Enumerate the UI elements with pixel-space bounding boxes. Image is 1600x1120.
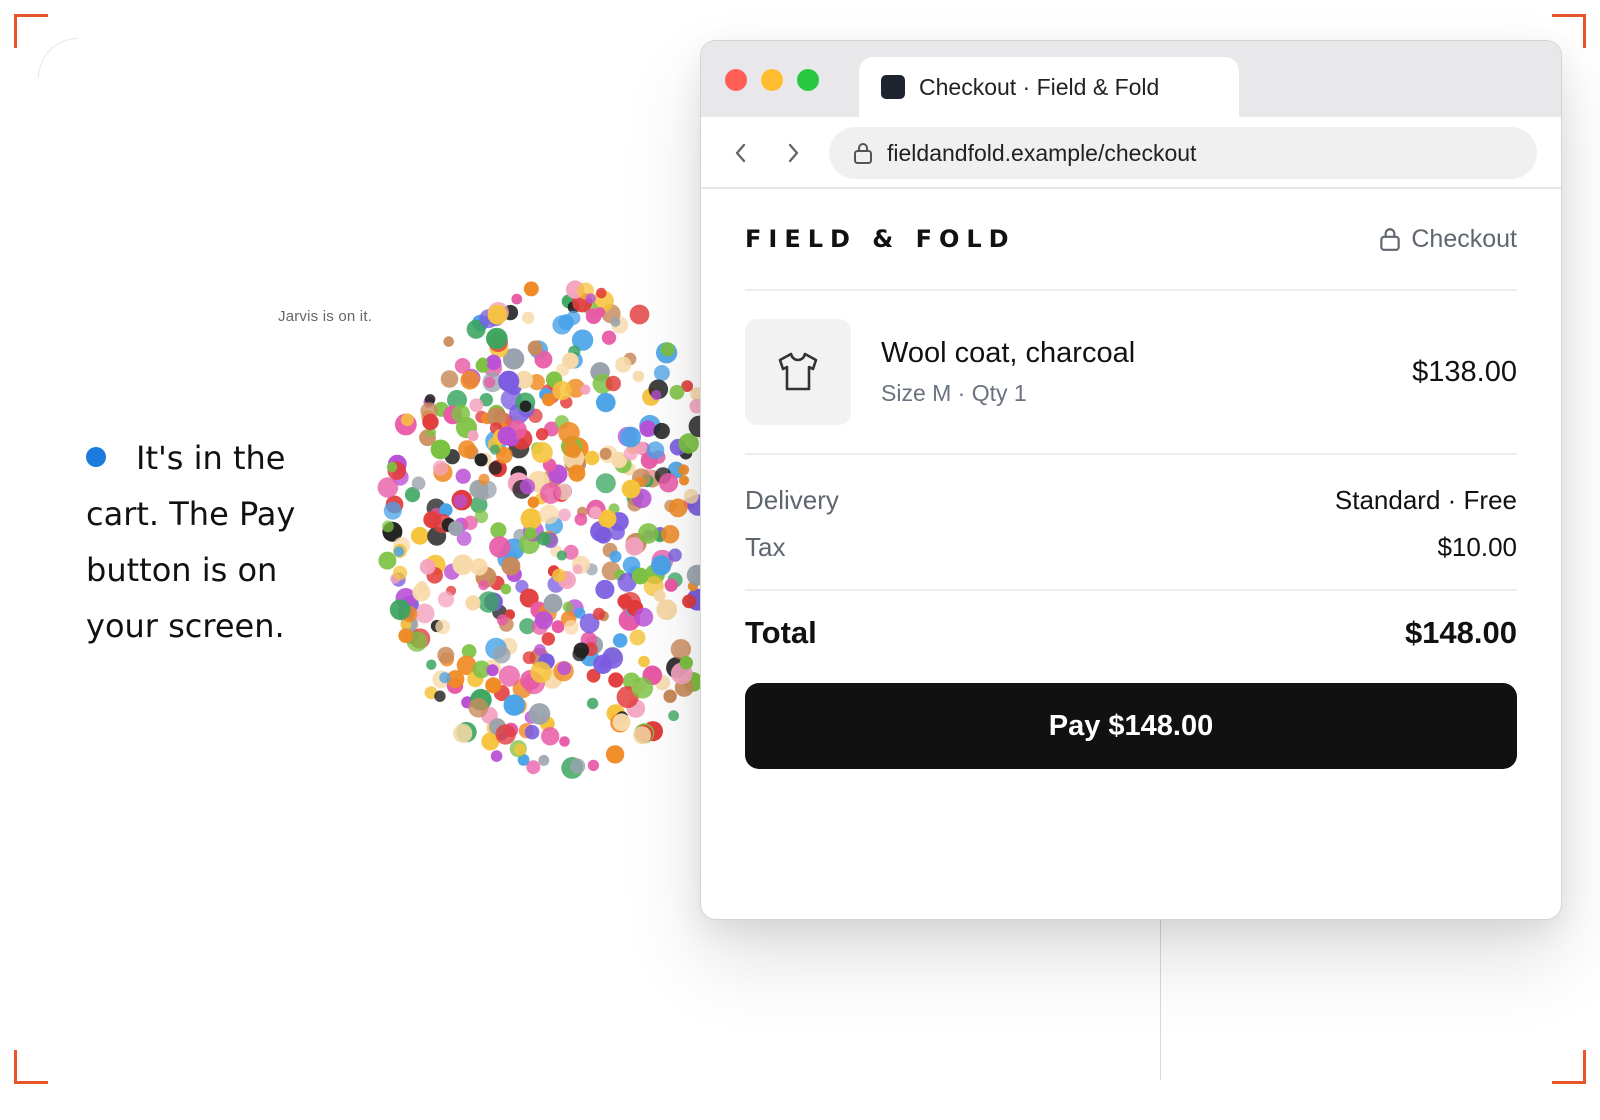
pay-button[interactable]: Pay $148.00	[745, 683, 1517, 769]
assistant-message: It's in the cart. The Pay button is on y…	[86, 430, 316, 654]
close-window-button[interactable]	[725, 69, 747, 91]
status-dot	[86, 447, 106, 467]
store-header: FIELD & FOLD Checkout	[745, 189, 1517, 291]
favicon-icon	[881, 75, 905, 99]
total-row: Total $148.00	[745, 591, 1517, 675]
lock-icon	[854, 143, 872, 164]
summary-value: $10.00	[1437, 532, 1517, 562]
summary-value: Standard · Free	[1334, 485, 1517, 515]
corner-mark-bottom-left	[14, 1050, 48, 1084]
item-meta: Size M · Qty 1	[881, 380, 1027, 406]
checkout-page: FIELD & FOLD Checkout Wool coat, charcoa…	[701, 189, 1561, 769]
total-value: $148.00	[1404, 615, 1517, 650]
tab-title: Checkout · Field & Fold	[919, 73, 1160, 100]
order-summary: Delivery Standard · Free Tax $10.00	[745, 455, 1517, 591]
item-thumbnail	[745, 319, 851, 425]
corner-mark-bottom-right	[1552, 1050, 1586, 1084]
maximize-window-button[interactable]	[797, 69, 819, 91]
url-field[interactable]: fieldandfold.example/checkout	[829, 127, 1537, 179]
chevron-left-icon	[735, 143, 746, 163]
store-brand-logo[interactable]: FIELD & FOLD	[745, 225, 1016, 253]
back-button[interactable]	[725, 137, 757, 169]
item-name: Wool coat, charcoal	[881, 337, 1136, 369]
summary-row-tax: Tax $10.00	[745, 524, 1517, 571]
url-text: fieldandfold.example/checkout	[887, 139, 1197, 166]
emoji-cluster-graphic	[377, 280, 700, 779]
summary-row-delivery: Delivery Standard · Free	[745, 477, 1517, 524]
browser-window: Checkout · Field & Fold fieldandfold.exa…	[700, 40, 1562, 920]
summary-label: Tax	[745, 532, 786, 562]
secure-checkout-text: Checkout	[1411, 224, 1517, 253]
item-info: Wool coat, charcoal Size M · Qty 1	[881, 337, 1412, 407]
lock-icon	[1380, 228, 1401, 251]
forward-button[interactable]	[777, 137, 809, 169]
background-divider	[1160, 900, 1161, 1080]
cart-item-row: Wool coat, charcoal Size M · Qty 1 $138.…	[745, 291, 1517, 455]
emoji-cluster-illustration	[360, 280, 700, 820]
secure-checkout-label: Checkout	[1379, 225, 1517, 254]
browser-address-bar: fieldandfold.example/checkout	[701, 117, 1561, 189]
chevron-right-icon	[788, 143, 799, 163]
summary-label: Delivery	[745, 485, 839, 515]
item-price: $138.00	[1412, 355, 1517, 388]
assistant-message-text: It's in the cart. The Pay button is on y…	[86, 439, 296, 645]
corner-mark-top-left	[14, 14, 48, 48]
total-label: Total	[745, 615, 817, 650]
tshirt-icon	[778, 352, 818, 391]
browser-titlebar: Checkout · Field & Fold	[701, 41, 1561, 117]
assistant-status-caption: Jarvis is on it.	[278, 308, 373, 325]
minimize-window-button[interactable]	[761, 69, 783, 91]
browser-tab-checkout[interactable]: Checkout · Field & Fold	[859, 57, 1239, 117]
